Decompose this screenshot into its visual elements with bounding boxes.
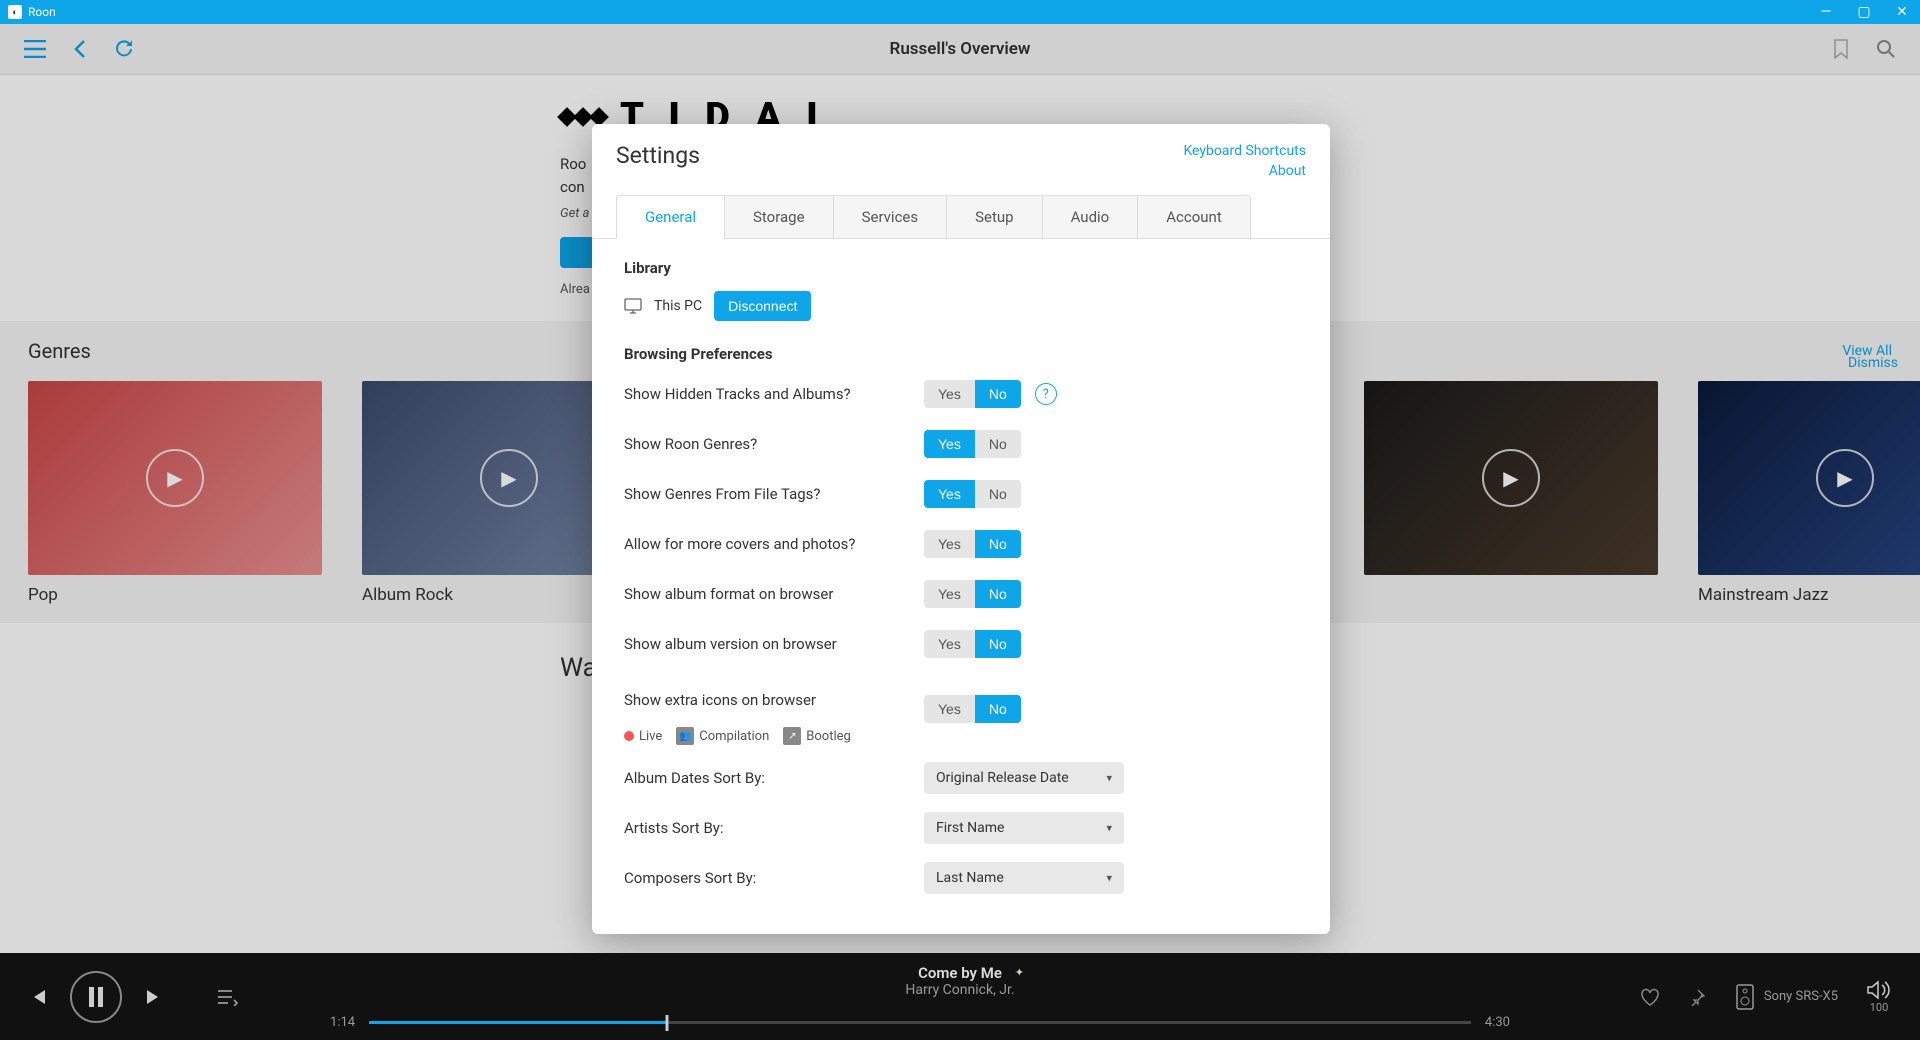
pref-label: Composers Sort By: (624, 869, 924, 887)
pref-row: Show extra icons on browser Yes No (624, 677, 1298, 723)
pref-row: Show Roon Genres? Yes No (624, 427, 1298, 461)
artists-sort-select[interactable]: First Name (924, 812, 1124, 844)
toggle-no[interactable]: No (975, 480, 1021, 508)
play-pause-button[interactable] (70, 971, 122, 1023)
pref-row: Composers Sort By: Last Name ▾ (624, 861, 1298, 895)
settings-body: Library This PC Disconnect Browsing Pref… (592, 238, 1330, 908)
composers-sort-select[interactable]: Last Name (924, 862, 1124, 894)
settings-modal: Settings Keyboard Shortcuts About Genera… (592, 124, 1330, 934)
seek-bar[interactable] (369, 1021, 1471, 1024)
elapsed-time: 1:14 (330, 1015, 355, 1030)
pin-icon[interactable] (1688, 988, 1706, 1006)
pref-row: Show album format on browser Yes No (624, 577, 1298, 611)
now-playing-info[interactable]: Come by Me ✦ Harry Connick, Jr. (905, 963, 1014, 998)
tab-storage[interactable]: Storage (724, 195, 834, 239)
toggle-yes[interactable]: Yes (924, 530, 975, 558)
toggle-file-tags-genres[interactable]: Yes No (924, 480, 1021, 508)
toggle-album-version[interactable]: Yes No (924, 630, 1021, 658)
pref-row: Show album version on browser Yes No (624, 627, 1298, 661)
app-icon: ◐ (8, 5, 22, 19)
pref-label: Show Roon Genres? (624, 435, 924, 453)
extra-icons-legend: Live 👥Compilation ↗Bootleg (624, 727, 1298, 745)
settings-tabs: General Storage Services Setup Audio Acc… (592, 195, 1330, 239)
next-track-button[interactable] (144, 987, 164, 1007)
volume-value: 100 (1870, 1001, 1889, 1014)
toggle-no[interactable]: No (975, 580, 1021, 608)
toggle-no[interactable]: No (975, 430, 1021, 458)
disconnect-button[interactable]: Disconnect (714, 291, 811, 321)
progress-area: 1:14 4:30 (330, 1015, 1510, 1030)
compilation-icon: 👥 (676, 727, 694, 745)
toggle-roon-genres[interactable]: Yes No (924, 430, 1021, 458)
window-maximize[interactable]: ▢ (1854, 4, 1874, 20)
pref-row: Show Genres From File Tags? Yes No (624, 477, 1298, 511)
volume-control[interactable]: 100 (1866, 979, 1892, 1014)
pref-label: Show extra icons on browser (624, 691, 924, 709)
keyboard-shortcuts-link[interactable]: Keyboard Shortcuts (1183, 142, 1306, 162)
speaker-icon (1734, 982, 1756, 1012)
pref-label: Show Hidden Tracks and Albums? (624, 385, 924, 403)
toggle-no[interactable]: No (975, 380, 1021, 408)
total-time: 4:30 (1485, 1015, 1510, 1030)
toggle-no[interactable]: No (975, 630, 1021, 658)
pref-row: Artists Sort By: First Name ▾ (624, 811, 1298, 845)
track-title: Come by Me (918, 964, 1002, 982)
help-icon[interactable]: ? (1035, 383, 1057, 405)
tab-general[interactable]: General (616, 195, 725, 239)
album-dates-sort-select[interactable]: Original Release Date (924, 762, 1124, 794)
pref-label: Show Genres From File Tags? (624, 485, 924, 503)
pref-row: Album Dates Sort By: Original Release Da… (624, 761, 1298, 795)
tab-account[interactable]: Account (1137, 195, 1251, 239)
computer-icon (624, 298, 642, 314)
pref-label: Album Dates Sort By: (624, 769, 924, 787)
toggle-album-format[interactable]: Yes No (924, 580, 1021, 608)
pref-label: Show album version on browser (624, 635, 924, 653)
favorite-icon[interactable] (1640, 988, 1660, 1006)
sparkle-icon: ✦ (1015, 966, 1024, 979)
toggle-yes[interactable]: Yes (924, 580, 975, 608)
modal-title: Settings (616, 142, 700, 169)
volume-icon (1866, 979, 1892, 1001)
tab-audio[interactable]: Audio (1042, 195, 1139, 239)
output-device[interactable]: Sony SRS-X5 (1734, 982, 1838, 1012)
toggle-yes[interactable]: Yes (924, 695, 975, 723)
pref-label: Show album format on browser (624, 585, 924, 603)
live-icon (624, 731, 634, 741)
pref-row: Allow for more covers and photos? Yes No (624, 527, 1298, 561)
toggle-yes[interactable]: Yes (924, 480, 975, 508)
pref-label: Artists Sort By: (624, 819, 924, 837)
window-close[interactable]: ✕ (1892, 4, 1912, 20)
toggle-yes[interactable]: Yes (924, 430, 975, 458)
library-heading: Library (624, 259, 1298, 277)
tab-services[interactable]: Services (833, 195, 948, 239)
track-artist: Harry Connick, Jr. (905, 982, 1014, 998)
pref-label: Allow for more covers and photos? (624, 535, 924, 553)
window-minimize[interactable]: — (1816, 4, 1836, 20)
about-link[interactable]: About (1183, 162, 1306, 182)
player-bar: Come by Me ✦ Harry Connick, Jr. 1:14 4:3… (0, 953, 1920, 1040)
prev-track-button[interactable] (28, 987, 48, 1007)
bootleg-icon: ↗ (783, 727, 801, 745)
toggle-no[interactable]: No (975, 695, 1021, 723)
prefs-heading: Browsing Preferences (624, 345, 1298, 363)
toggle-more-covers[interactable]: Yes No (924, 530, 1021, 558)
toggle-yes[interactable]: Yes (924, 380, 975, 408)
window-titlebar: ◐ Roon — ▢ ✕ (0, 0, 1920, 24)
pref-row: Show Hidden Tracks and Albums? Yes No ? (624, 377, 1298, 411)
device-label: Sony SRS-X5 (1764, 989, 1838, 1004)
toggle-no[interactable]: No (975, 530, 1021, 558)
toggle-extra-icons[interactable]: Yes No (924, 695, 1021, 723)
queue-icon[interactable] (216, 988, 238, 1006)
toggle-yes[interactable]: Yes (924, 630, 975, 658)
app-name: Roon (28, 5, 56, 19)
tab-setup[interactable]: Setup (946, 195, 1042, 239)
this-pc-label: This PC (654, 298, 702, 314)
toggle-hidden-tracks[interactable]: Yes No (924, 380, 1021, 408)
